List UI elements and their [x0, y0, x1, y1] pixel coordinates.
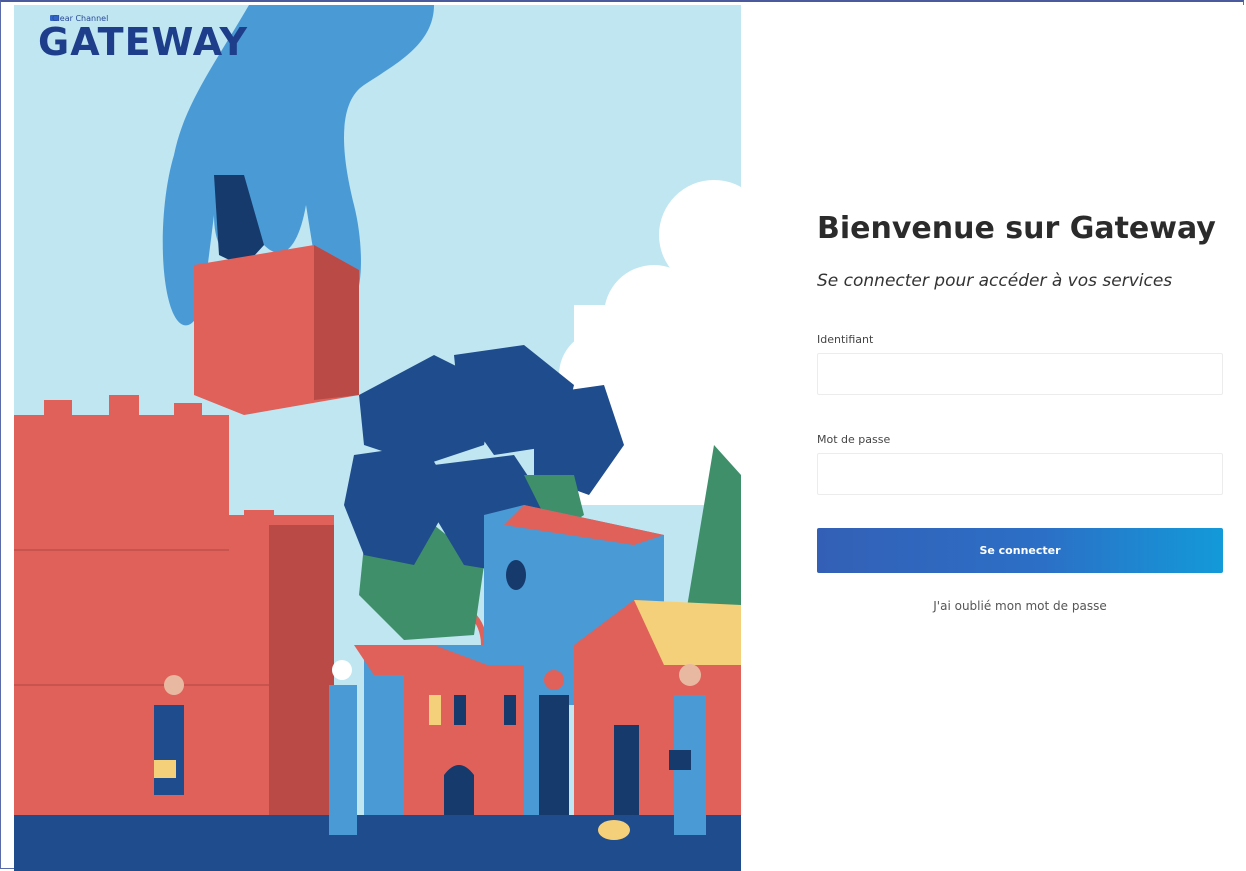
password-label: Mot de passe: [817, 433, 891, 446]
ground: [14, 815, 741, 871]
hero-illustration: [14, 5, 741, 871]
login-button[interactable]: Se connecter: [817, 528, 1223, 573]
forgot-password-link[interactable]: J'ai oublié mon mot de passe: [817, 599, 1223, 613]
logo-text: GATEWAY: [38, 20, 249, 64]
login-panel: Bienvenue sur Gateway Se connecter pour …: [741, 5, 1244, 869]
page-title: Bienvenue sur Gateway: [817, 211, 1216, 246]
username-input[interactable]: [817, 353, 1223, 395]
page-subtitle: Se connecter pour accéder à vos services: [817, 271, 1173, 291]
password-input[interactable]: [817, 453, 1223, 495]
username-label: Identifiant: [817, 333, 874, 346]
city-illustration: [14, 5, 741, 871]
